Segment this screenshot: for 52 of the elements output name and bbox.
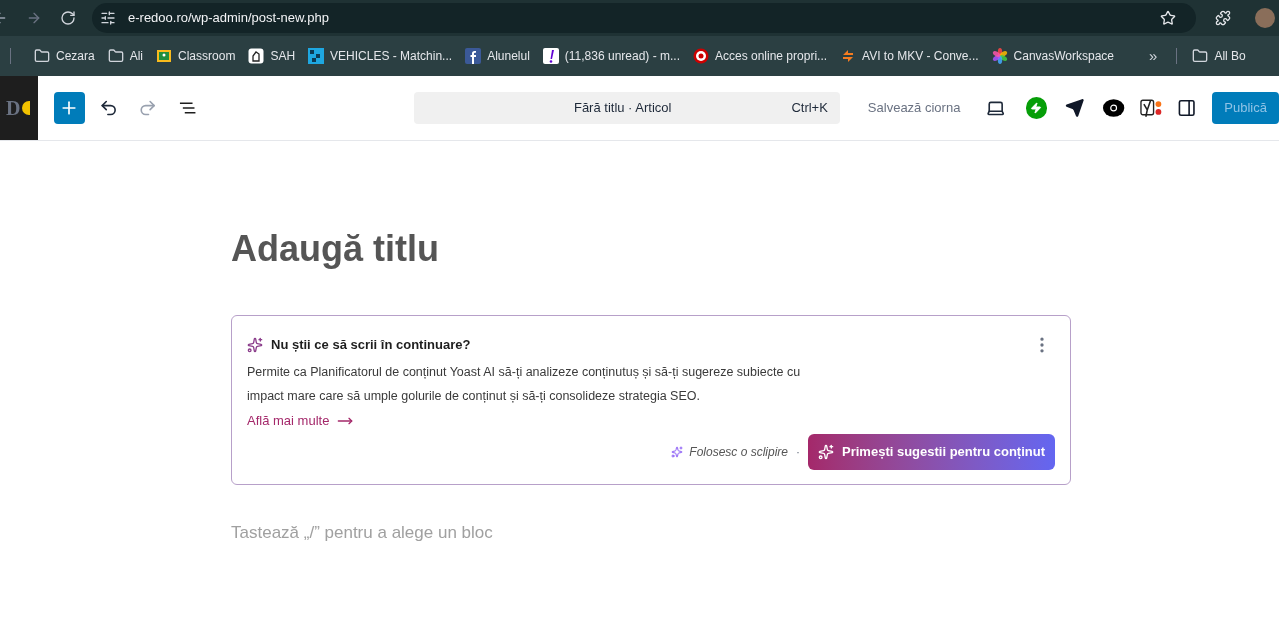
sidebar-toggle-icon[interactable] bbox=[1176, 98, 1197, 118]
bookmark-item[interactable]: Cezara bbox=[34, 47, 95, 65]
flower-icon bbox=[991, 48, 1008, 64]
extensions-icon[interactable] bbox=[1215, 10, 1231, 26]
learn-more-link[interactable]: Află mai multe bbox=[247, 411, 354, 431]
yoast-icon[interactable] bbox=[1139, 97, 1163, 119]
reload-icon[interactable] bbox=[60, 10, 76, 26]
knight-icon bbox=[248, 48, 265, 64]
logo-text: D bbox=[6, 96, 22, 121]
target-icon bbox=[693, 48, 709, 64]
bookmark-item[interactable]: Ali bbox=[107, 47, 144, 65]
classroom-icon bbox=[156, 48, 173, 64]
title-placeholder[interactable]: Adaugă titlu bbox=[231, 222, 1279, 276]
address-bar[interactable]: e-redoo.ro/wp-admin/post-new.php bbox=[92, 3, 1196, 33]
bookmark-item[interactable]: AVI to MKV - Conve... bbox=[840, 47, 979, 65]
bookmark-item[interactable]: VEHICLES - Matchin... bbox=[308, 47, 453, 65]
all-bookmarks-item[interactable]: All Bo bbox=[1192, 47, 1246, 65]
command-bar[interactable]: Fără titlu · Articol Ctrl+K bbox=[413, 92, 840, 124]
sparkle-icon bbox=[671, 446, 684, 458]
get-suggestions-button[interactable]: Primești sugestii pentru conținut bbox=[808, 434, 1055, 470]
bookmark-item[interactable]: Acces online propri... bbox=[693, 47, 828, 65]
profile-avatar[interactable] bbox=[1255, 8, 1275, 28]
bookmark-star-icon[interactable] bbox=[1160, 10, 1176, 26]
grid-icon bbox=[308, 48, 325, 64]
jetpack-icon[interactable] bbox=[1025, 97, 1048, 119]
bookmark-item[interactable]: CanvasWorkspace bbox=[991, 47, 1115, 65]
card-description: Permite ca Planificatorul de conținut Yoast AI să-ți analizeze conținutuș și să-ți sugereze subiecte cu impact mare care să umple golurile de conținut și să-ți consolideze strategia SEO. bbox=[247, 364, 802, 405]
folder-icon bbox=[34, 48, 50, 64]
site-settings-icon[interactable] bbox=[100, 10, 116, 26]
cloud-badge-icon[interactable] bbox=[1102, 97, 1126, 119]
exclamation-icon bbox=[542, 48, 559, 64]
url-text: e-redoo.ro/wp-admin/post-new.php bbox=[128, 9, 329, 28]
more-bookmarks-button[interactable]: » bbox=[1149, 44, 1158, 68]
separator-dot: · bbox=[796, 444, 801, 461]
card-heading: Nu știi ce să scrii în continuare? bbox=[271, 336, 471, 355]
bookmark-item[interactable]: Alunelul bbox=[465, 47, 530, 65]
bookmark-item[interactable]: (11,836 unread) - m... bbox=[542, 47, 680, 65]
add-block-button[interactable] bbox=[53, 92, 85, 124]
sparkle-icon bbox=[818, 444, 835, 460]
spark-usage-note: Folosesc o sclipire bbox=[689, 444, 789, 461]
bookmark-item[interactable]: SAH bbox=[248, 47, 296, 65]
shortcut-text: Ctrl+K bbox=[791, 99, 828, 118]
send-icon[interactable] bbox=[1065, 98, 1085, 118]
save-draft-button[interactable]: Salvează ciorna bbox=[867, 98, 961, 118]
forward-icon[interactable] bbox=[26, 10, 42, 26]
folder-icon bbox=[107, 48, 124, 64]
undo-icon[interactable] bbox=[98, 98, 119, 118]
facebook-icon bbox=[465, 48, 482, 64]
redo-icon[interactable] bbox=[138, 98, 158, 118]
sparkle-icon bbox=[247, 337, 263, 353]
bookmark-item[interactable]: Classroom bbox=[156, 47, 236, 65]
folder-icon bbox=[1192, 48, 1209, 64]
